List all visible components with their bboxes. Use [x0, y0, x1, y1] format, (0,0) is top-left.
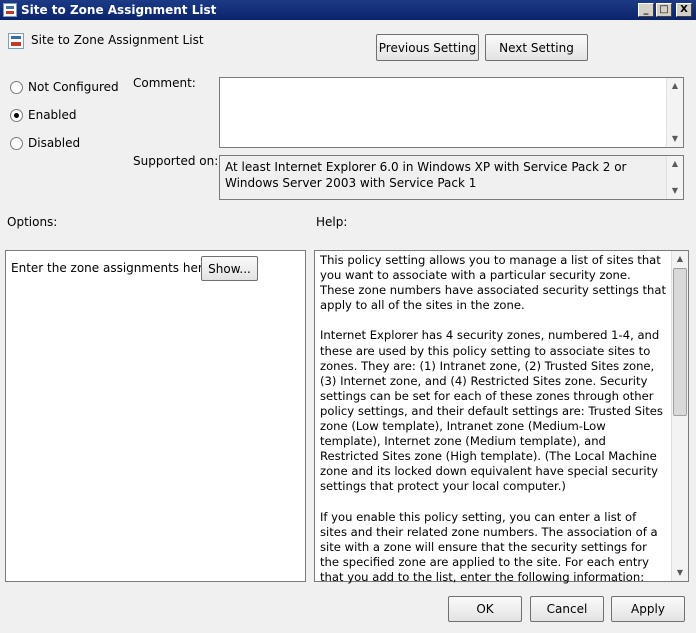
apply-button[interactable]: Apply: [611, 596, 685, 622]
show-button[interactable]: Show...: [201, 256, 258, 281]
scroll-up-icon[interactable]: ▲: [672, 251, 688, 267]
window-title: Site to Zone Assignment List: [21, 3, 217, 17]
previous-setting-button[interactable]: Previous Setting: [376, 34, 479, 61]
next-setting-button[interactable]: Next Setting: [485, 34, 588, 61]
scroll-down-icon[interactable]: ▼: [672, 565, 688, 581]
app-icon: [3, 3, 17, 17]
comment-field[interactable]: ▲ ▼: [219, 77, 684, 148]
window-titlebar[interactable]: Site to Zone Assignment List _ □ X: [0, 0, 696, 20]
help-scroll-thumb[interactable]: [673, 268, 687, 416]
supported-scrollbar[interactable]: ▲ ▼: [666, 156, 683, 199]
close-button[interactable]: X: [676, 3, 692, 17]
help-paragraph: This policy setting allows you to manage…: [320, 253, 667, 313]
radio-enabled-label: Enabled: [28, 108, 77, 122]
comment-label: Comment:: [133, 76, 196, 90]
minimize-button[interactable]: _: [638, 3, 654, 17]
radio-disabled-indicator[interactable]: [10, 136, 23, 150]
help-label: Help:: [316, 215, 348, 229]
radio-enabled[interactable]: Enabled: [10, 108, 77, 122]
maximize-button[interactable]: □: [656, 3, 672, 17]
supported-on-field: At least Internet Explorer 6.0 in Window…: [219, 155, 684, 200]
options-label: Options:: [7, 215, 58, 229]
scroll-up-icon[interactable]: ▲: [667, 156, 683, 172]
ok-button[interactable]: OK: [448, 596, 522, 622]
help-scrollbar[interactable]: ▲ ▼: [671, 251, 688, 581]
radio-not-configured[interactable]: Not Configured: [10, 80, 119, 94]
help-panel[interactable]: This policy setting allows you to manage…: [314, 250, 689, 584]
setting-title: Site to Zone Assignment List: [31, 33, 204, 47]
zone-assignments-prompt: Enter the zone assignments here.: [11, 261, 214, 275]
scroll-up-icon[interactable]: ▲: [667, 78, 683, 94]
cancel-button[interactable]: Cancel: [530, 596, 604, 622]
help-paragraph: If you enable this policy setting, you c…: [320, 509, 658, 584]
radio-enabled-indicator[interactable]: [10, 108, 23, 122]
options-panel: Enter the zone assignments here. Show...: [5, 250, 306, 582]
radio-not-configured-indicator[interactable]: [10, 80, 23, 94]
policy-setting-icon: [8, 33, 24, 49]
radio-disabled[interactable]: Disabled: [10, 136, 80, 150]
comment-scrollbar[interactable]: ▲ ▼: [666, 78, 683, 147]
supported-on-value: At least Internet Explorer 6.0 in Window…: [225, 160, 627, 190]
scroll-down-icon[interactable]: ▼: [667, 131, 683, 147]
scroll-down-icon[interactable]: ▼: [667, 183, 683, 199]
help-text: This policy setting allows you to manage…: [320, 253, 666, 600]
radio-not-configured-label: Not Configured: [28, 80, 119, 94]
supported-on-label: Supported on:: [133, 154, 219, 168]
radio-disabled-label: Disabled: [28, 136, 81, 150]
help-paragraph: Internet Explorer has 4 security zones, …: [320, 328, 663, 494]
